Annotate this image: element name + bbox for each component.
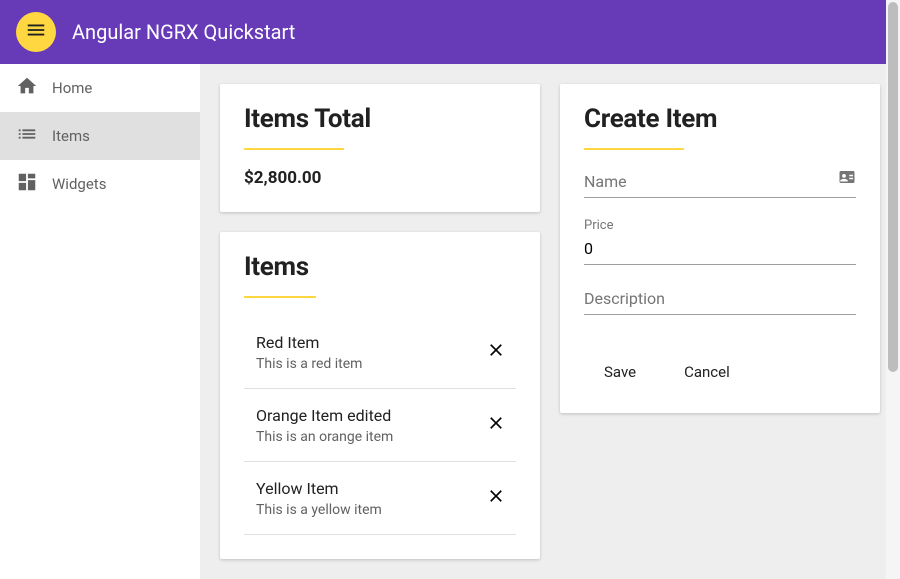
close-icon: [486, 486, 506, 510]
delete-item-button[interactable]: [476, 405, 516, 445]
list-item[interactable]: Red Item This is a red item: [244, 316, 516, 389]
widgets-icon: [16, 171, 52, 197]
menu-button[interactable]: [16, 12, 56, 52]
cancel-button[interactable]: Cancel: [674, 355, 740, 389]
description-field[interactable]: [584, 285, 856, 315]
create-item-card: Create Item Price Save Can: [560, 84, 880, 413]
items-list-card: Items Red Item This is a red item: [220, 232, 540, 559]
sidebar-item-label: Widgets: [52, 175, 106, 193]
accent-rule: [244, 148, 344, 150]
card-title: Create Item: [584, 104, 856, 134]
close-icon: [486, 340, 506, 364]
list-icon: [16, 123, 52, 149]
list-item[interactable]: Orange Item edited This is an orange ite…: [244, 389, 516, 462]
name-field[interactable]: [584, 168, 856, 198]
delete-item-button[interactable]: [476, 332, 516, 372]
list-item[interactable]: Yellow Item This is a yellow item: [244, 462, 516, 535]
sidebar: Home Items Widgets: [0, 64, 200, 579]
scrollbar-thumb[interactable]: [888, 2, 898, 372]
item-description: This is a red item: [256, 356, 362, 372]
price-label: Price: [584, 218, 856, 233]
delete-item-button[interactable]: [476, 478, 516, 518]
menu-icon: [25, 19, 47, 45]
card-title: Items: [244, 252, 516, 282]
price-field-wrapper: Price: [584, 218, 856, 265]
sidebar-item-widgets[interactable]: Widgets: [0, 160, 200, 208]
main-content: Items Total $2,800.00 Items Red Item Thi…: [200, 64, 900, 579]
description-field-wrapper: [584, 285, 856, 315]
app-toolbar: Angular NGRX Quickstart: [0, 0, 900, 64]
home-icon: [16, 75, 52, 101]
scrollbar-track[interactable]: [886, 0, 900, 579]
sidebar-item-label: Home: [52, 79, 92, 97]
accent-rule: [584, 148, 684, 150]
item-description: This is a yellow item: [256, 502, 382, 518]
item-name: Red Item: [256, 333, 362, 352]
price-field[interactable]: [584, 235, 856, 265]
item-description: This is an orange item: [256, 429, 393, 445]
items-total-card: Items Total $2,800.00: [220, 84, 540, 212]
sidebar-item-items[interactable]: Items: [0, 112, 200, 160]
sidebar-item-label: Items: [52, 127, 90, 145]
item-name: Orange Item edited: [256, 406, 393, 425]
app-title: Angular NGRX Quickstart: [72, 20, 295, 44]
sidebar-item-home[interactable]: Home: [0, 64, 200, 112]
items-total-value: $2,800.00: [244, 168, 516, 188]
accent-rule: [244, 296, 316, 298]
item-name: Yellow Item: [256, 479, 382, 498]
save-button[interactable]: Save: [594, 355, 646, 389]
name-field-wrapper: [584, 168, 856, 198]
card-title: Items Total: [244, 104, 516, 134]
close-icon: [486, 413, 506, 437]
